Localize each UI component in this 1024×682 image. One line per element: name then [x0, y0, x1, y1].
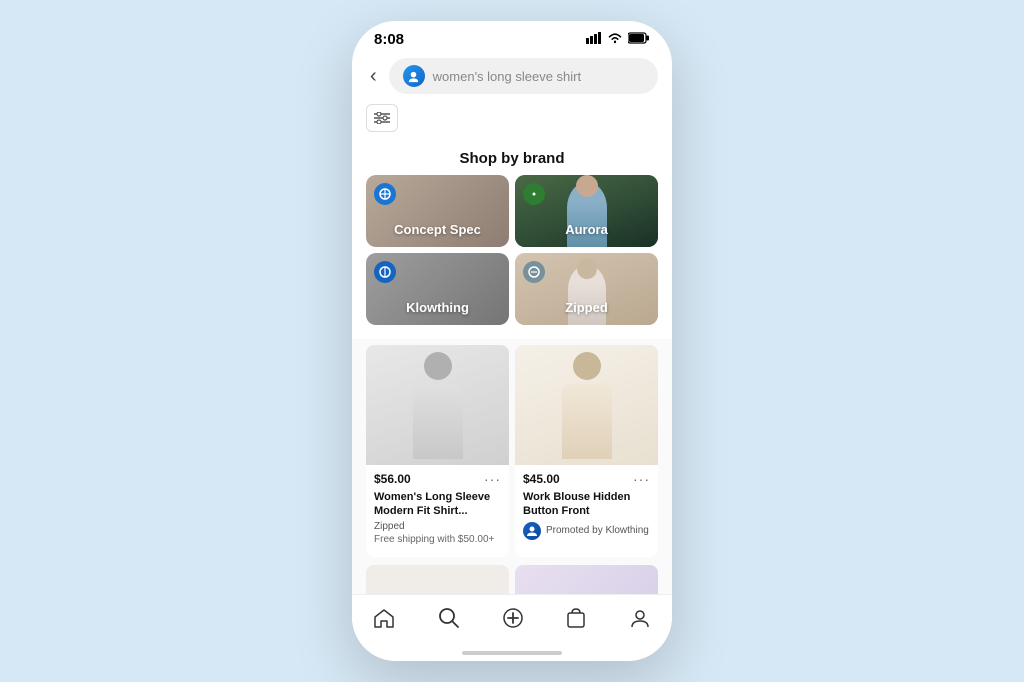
product-info-2: $45.00 ··· Work Blouse Hidden Button Fro… [515, 465, 658, 548]
products-grid: $56.00 ··· Women's Long Sleeve Modern Fi… [352, 339, 672, 565]
status-time: 8:08 [374, 31, 404, 48]
filter-button[interactable] [366, 104, 398, 132]
product-price-2: $45.00 [523, 472, 560, 486]
nav-profile[interactable] [619, 605, 661, 631]
partial-products-row [352, 565, 672, 594]
home-indicator [352, 645, 672, 661]
nav-bag[interactable] [556, 605, 596, 631]
product-info-1: $56.00 ··· Women's Long Sleeve Modern Fi… [366, 465, 509, 557]
signal-icon [586, 32, 602, 47]
brand-logo-klowthing [374, 261, 396, 283]
partial-card-1 [366, 565, 509, 594]
product-name-1: Women's Long Sleeve Modern Fit Shirt... [374, 490, 501, 519]
search-avatar-icon [403, 65, 425, 87]
phone-frame: 8:08 [352, 21, 672, 661]
status-bar: 8:08 [352, 21, 672, 52]
product-more-1[interactable]: ··· [484, 471, 501, 487]
battery-icon [628, 32, 650, 47]
brand-card-klowthing[interactable]: Klowthing [366, 253, 509, 325]
product-price-1: $56.00 [374, 472, 411, 486]
partial-card-2 [515, 565, 658, 594]
wifi-icon [607, 32, 623, 47]
product-promoted-row: Promoted by Klowthing [523, 522, 650, 540]
product-name-2: Work Blouse Hidden Button Front [523, 490, 650, 519]
brand-name-zipped: Zipped [515, 300, 658, 315]
search-placeholder: women's long sleeve shirt [433, 69, 644, 84]
filter-row [352, 100, 672, 140]
brand-logo-zipped [523, 261, 545, 283]
brand-name-aurora: Aurora [515, 222, 658, 237]
status-icons [586, 32, 650, 47]
shop-by-brand-title: Shop by brand [352, 140, 672, 175]
product-image-2 [515, 345, 658, 465]
bottom-nav [352, 594, 672, 645]
content-area: Shop by brand Concept Spec [352, 140, 672, 594]
brand-name-concept-spec: Concept Spec [366, 222, 509, 237]
search-row: ‹ women's long sleeve shirt [352, 52, 672, 100]
promoted-text: Promoted by Klowthing [546, 525, 649, 536]
nav-home[interactable] [363, 606, 405, 630]
back-button[interactable]: ‹ [366, 63, 381, 90]
product-image-1 [366, 345, 509, 465]
brand-logo-aurora: ● [523, 183, 545, 205]
product-brand-1: Zipped [374, 521, 501, 532]
product-card-2[interactable]: $45.00 ··· Work Blouse Hidden Button Fro… [515, 345, 658, 557]
search-bar[interactable]: women's long sleeve shirt [389, 58, 658, 94]
product-card-1[interactable]: $56.00 ··· Women's Long Sleeve Modern Fi… [366, 345, 509, 557]
brand-card-aurora[interactable]: ● Aurora [515, 175, 658, 247]
brand-grid: Concept Spec ● [352, 175, 672, 335]
brand-logo-concept [374, 183, 396, 205]
nav-create[interactable] [492, 605, 534, 631]
product-more-2[interactable]: ··· [633, 471, 650, 487]
brand-card-concept-spec[interactable]: Concept Spec [366, 175, 509, 247]
product-shipping-1: Free shipping with $50.00+ [374, 534, 501, 545]
home-bar [462, 651, 562, 655]
brand-name-klowthing: Klowthing [366, 300, 509, 315]
promoted-avatar [523, 522, 541, 540]
nav-search[interactable] [428, 605, 470, 631]
brand-card-zipped[interactable]: Zipped [515, 253, 658, 325]
